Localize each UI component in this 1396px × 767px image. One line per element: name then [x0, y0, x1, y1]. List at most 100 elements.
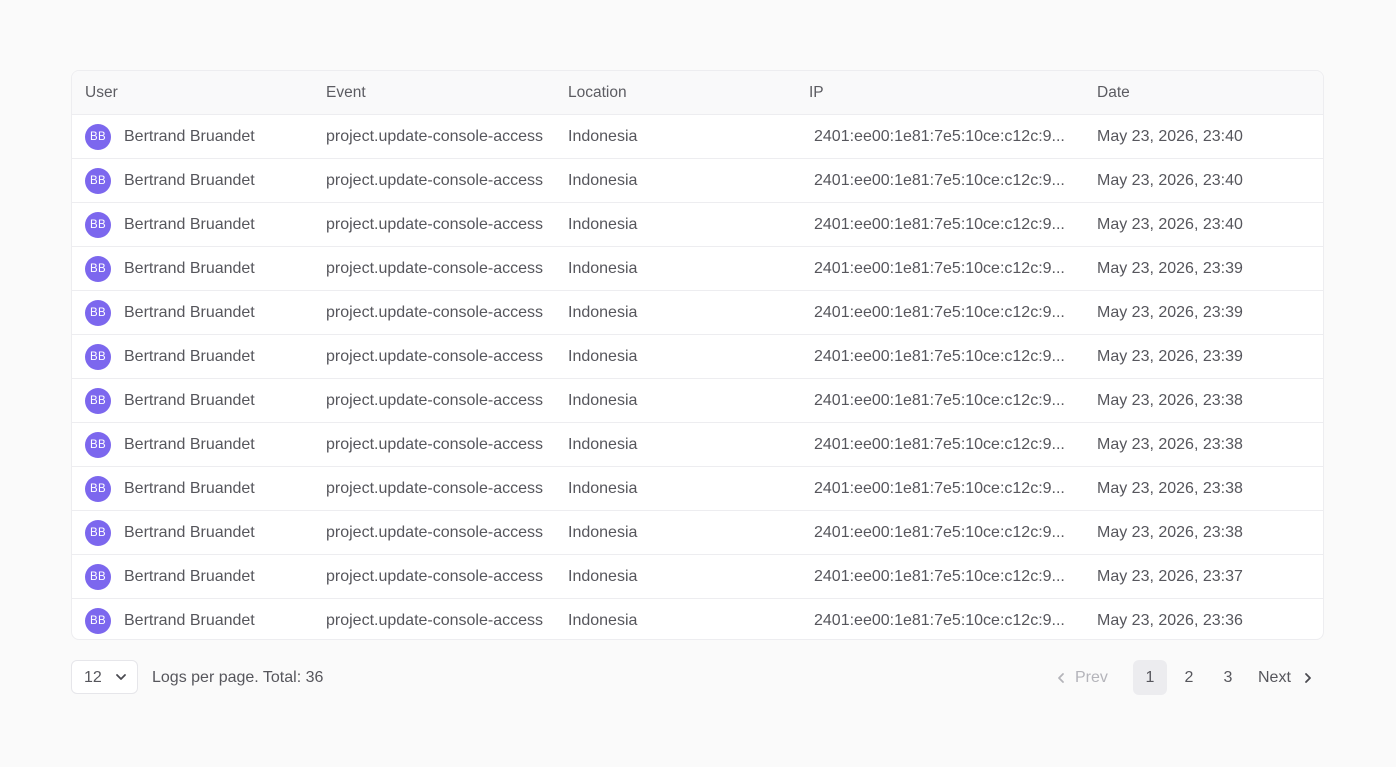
avatar: BB [85, 124, 111, 150]
avatar: BB [85, 256, 111, 282]
user-name: Bertrand Bruandet [124, 260, 255, 277]
column-header-date[interactable]: Date [1097, 71, 1130, 115]
user-name: Bertrand Bruandet [124, 436, 255, 453]
event-name: project.update-console-access [326, 436, 544, 453]
location: Indonesia [568, 480, 638, 497]
prev-button[interactable]: Prev [1055, 660, 1119, 695]
table-row[interactable]: BB Bertrand Bruandet project.update-consol… [72, 203, 1323, 247]
ip-address: 2401:ee00:1e81:7e5:10ce:c12c:9... [814, 480, 1065, 497]
location: Indonesia [568, 392, 638, 409]
column-header-location[interactable]: Location [568, 71, 627, 115]
location: Indonesia [568, 260, 638, 277]
ip-address: 2401:ee00:1e81:7e5:10ce:c12c:9... [814, 436, 1065, 453]
event-date: May 23, 2026, 23:37 [1097, 568, 1243, 585]
table-row[interactable]: BB Bertrand Bruandet project.update-consol… [72, 379, 1323, 423]
user-name: Bertrand Bruandet [124, 480, 255, 497]
user-name: Bertrand Bruandet [124, 304, 255, 321]
table-body: BB Bertrand Bruandet project.update-consol… [72, 115, 1323, 639]
event-date: May 23, 2026, 23:39 [1097, 304, 1243, 321]
table-footer: 12 Logs per page. Total: 36 Prev 1 2 3 N… [71, 660, 1324, 696]
next-label: Next [1258, 669, 1291, 686]
ip-address: 2401:ee00:1e81:7e5:10ce:c12c:9... [814, 260, 1065, 277]
avatar: BB [85, 344, 111, 370]
table-row[interactable]: BB Bertrand Bruandet project.update-consol… [72, 599, 1323, 639]
user-name: Bertrand Bruandet [124, 392, 255, 409]
table-row[interactable]: BB Bertrand Bruandet project.update-consol… [72, 423, 1323, 467]
avatar: BB [85, 520, 111, 546]
event-name: project.update-console-access [326, 172, 544, 189]
page-button-3[interactable]: 3 [1211, 660, 1245, 695]
ip-address: 2401:ee00:1e81:7e5:10ce:c12c:9... [814, 568, 1065, 585]
prev-label: Prev [1075, 669, 1108, 686]
table-row[interactable]: BB Bertrand Bruandet project.update-consol… [72, 555, 1323, 599]
table-row[interactable]: BB Bertrand Bruandet project.update-consol… [72, 467, 1323, 511]
location: Indonesia [568, 436, 638, 453]
table-row[interactable]: BB Bertrand Bruandet project.update-consol… [72, 159, 1323, 203]
column-header-user[interactable]: User [85, 71, 118, 115]
ip-address: 2401:ee00:1e81:7e5:10ce:c12c:9... [814, 172, 1065, 189]
event-name: project.update-console-access [326, 480, 544, 497]
location: Indonesia [568, 172, 638, 189]
avatar: BB [85, 432, 111, 458]
page-button-1[interactable]: 1 [1133, 660, 1167, 695]
ip-address: 2401:ee00:1e81:7e5:10ce:c12c:9... [814, 524, 1065, 541]
event-name: project.update-console-access [326, 612, 544, 629]
page-button-2[interactable]: 2 [1172, 660, 1206, 695]
avatar: BB [85, 300, 111, 326]
column-header-event[interactable]: Event [326, 71, 366, 115]
ip-address: 2401:ee00:1e81:7e5:10ce:c12c:9... [814, 304, 1065, 321]
audit-logs-table: User Event Location IP Date BB Bertrand B… [71, 70, 1324, 640]
location: Indonesia [568, 568, 638, 585]
avatar: BB [85, 476, 111, 502]
event-name: project.update-console-access [326, 568, 544, 585]
user-name: Bertrand Bruandet [124, 612, 255, 629]
event-date: May 23, 2026, 23:39 [1097, 348, 1243, 365]
location: Indonesia [568, 128, 638, 145]
ip-address: 2401:ee00:1e81:7e5:10ce:c12c:9... [814, 612, 1065, 629]
ip-address: 2401:ee00:1e81:7e5:10ce:c12c:9... [814, 216, 1065, 233]
table-row[interactable]: BB Bertrand Bruandet project.update-consol… [72, 335, 1323, 379]
location: Indonesia [568, 304, 638, 321]
chevron-down-icon [116, 674, 126, 680]
user-name: Bertrand Bruandet [124, 172, 255, 189]
chevron-right-icon [1305, 673, 1311, 683]
event-date: May 23, 2026, 23:38 [1097, 480, 1243, 497]
avatar: BB [85, 608, 111, 634]
table-row[interactable]: BB Bertrand Bruandet project.update-consol… [72, 247, 1323, 291]
event-date: May 23, 2026, 23:38 [1097, 392, 1243, 409]
event-name: project.update-console-access [326, 524, 544, 541]
event-name: project.update-console-access [326, 128, 544, 145]
user-name: Bertrand Bruandet [124, 524, 255, 541]
event-date: May 23, 2026, 23:38 [1097, 436, 1243, 453]
event-name: project.update-console-access [326, 260, 544, 277]
location: Indonesia [568, 524, 638, 541]
event-name: project.update-console-access [326, 216, 544, 233]
event-name: project.update-console-access [326, 392, 544, 409]
table-row[interactable]: BB Bertrand Bruandet project.update-consol… [72, 115, 1323, 159]
event-name: project.update-console-access [326, 304, 544, 321]
location: Indonesia [568, 216, 638, 233]
event-name: project.update-console-access [326, 348, 544, 365]
event-date: May 23, 2026, 23:39 [1097, 260, 1243, 277]
user-name: Bertrand Bruandet [124, 216, 255, 233]
avatar: BB [85, 388, 111, 414]
event-date: May 23, 2026, 23:36 [1097, 612, 1243, 629]
event-date: May 23, 2026, 23:40 [1097, 216, 1243, 233]
user-name: Bertrand Bruandet [124, 348, 255, 365]
ip-address: 2401:ee00:1e81:7e5:10ce:c12c:9... [814, 348, 1065, 365]
user-name: Bertrand Bruandet [124, 128, 255, 145]
event-date: May 23, 2026, 23:40 [1097, 172, 1243, 189]
avatar: BB [85, 168, 111, 194]
user-name: Bertrand Bruandet [124, 568, 255, 585]
per-page-label: Logs per page. Total: 36 [152, 669, 324, 686]
per-page-select[interactable]: 12 [71, 660, 138, 694]
column-header-ip[interactable]: IP [809, 71, 824, 115]
event-date: May 23, 2026, 23:40 [1097, 128, 1243, 145]
avatar: BB [85, 564, 111, 590]
table-row[interactable]: BB Bertrand Bruandet project.update-consol… [72, 511, 1323, 555]
next-button[interactable]: Next [1258, 660, 1314, 695]
event-date: May 23, 2026, 23:38 [1097, 524, 1243, 541]
table-row[interactable]: BB Bertrand Bruandet project.update-consol… [72, 291, 1323, 335]
ip-address: 2401:ee00:1e81:7e5:10ce:c12c:9... [814, 392, 1065, 409]
chevron-left-icon [1058, 673, 1064, 683]
